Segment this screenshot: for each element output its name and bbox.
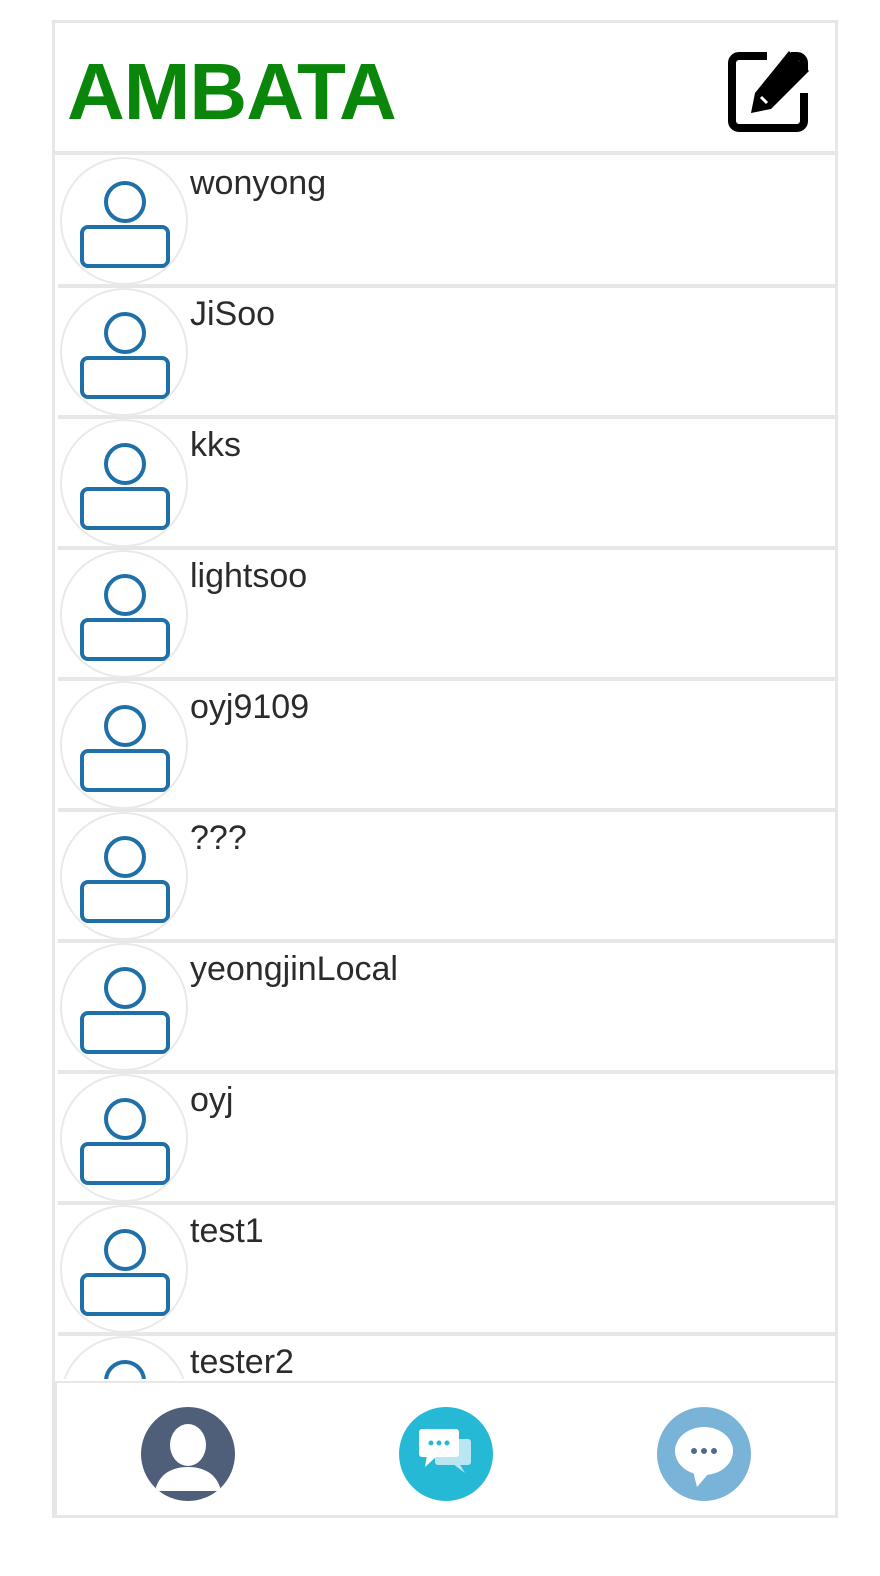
bottom-nav bbox=[55, 1381, 837, 1515]
friend-row[interactable]: JiSoo bbox=[58, 288, 835, 419]
user-icon bbox=[80, 574, 170, 661]
avatar bbox=[60, 681, 188, 809]
friend-name: yeongjinLocal bbox=[190, 950, 398, 988]
friend-list[interactable]: wonyong JiSoo kks lightsoo oyj9109 ??? y… bbox=[58, 157, 835, 1379]
avatar bbox=[60, 550, 188, 678]
friend-name: lightsoo bbox=[190, 557, 308, 595]
avatar bbox=[60, 1336, 188, 1379]
person-icon bbox=[155, 1424, 221, 1491]
app-frame: AMBATA wonyong JiSoo kks lightsoo oyj910… bbox=[52, 20, 838, 1518]
avatar bbox=[60, 1205, 188, 1333]
avatar bbox=[60, 812, 188, 940]
avatar bbox=[60, 1074, 188, 1202]
friend-row[interactable]: ??? bbox=[58, 812, 835, 943]
friend-row[interactable]: test1 bbox=[58, 1205, 835, 1336]
user-icon bbox=[80, 836, 170, 923]
friend-name: tester2 bbox=[190, 1343, 294, 1379]
user-icon bbox=[80, 967, 170, 1054]
friend-row[interactable]: kks bbox=[58, 419, 835, 550]
user-icon bbox=[104, 1360, 146, 1379]
friend-name: test1 bbox=[190, 1212, 264, 1250]
speech-bubble-icon bbox=[675, 1427, 733, 1487]
friend-name: ??? bbox=[190, 819, 247, 857]
friend-row[interactable]: oyj9109 bbox=[58, 681, 835, 812]
friend-row[interactable]: lightsoo bbox=[58, 550, 835, 681]
friend-row[interactable]: tester2 bbox=[58, 1336, 835, 1379]
friend-name: oyj9109 bbox=[190, 688, 310, 726]
app-title: AMBATA bbox=[67, 47, 397, 136]
friend-name: JiSoo bbox=[190, 295, 276, 333]
app-header: AMBATA bbox=[55, 23, 835, 155]
user-icon bbox=[80, 312, 170, 399]
nav-more-button[interactable] bbox=[657, 1407, 751, 1501]
friend-row[interactable]: oyj bbox=[58, 1074, 835, 1205]
avatar bbox=[60, 943, 188, 1071]
edit-square-icon bbox=[728, 45, 811, 132]
user-icon bbox=[80, 1098, 170, 1185]
friend-row[interactable]: yeongjinLocal bbox=[58, 943, 835, 1074]
friend-name: kks bbox=[190, 426, 241, 464]
user-icon bbox=[80, 1229, 170, 1316]
nav-friends-button[interactable] bbox=[141, 1407, 235, 1501]
compose-button[interactable] bbox=[727, 45, 813, 133]
friend-name: oyj bbox=[190, 1081, 234, 1119]
avatar bbox=[60, 288, 188, 416]
avatar bbox=[60, 419, 188, 547]
friend-name: wonyong bbox=[190, 164, 327, 202]
user-icon bbox=[80, 705, 170, 792]
nav-chats-button[interactable] bbox=[399, 1407, 493, 1501]
user-icon bbox=[80, 443, 170, 530]
chat-bubbles-icon bbox=[419, 1429, 471, 1473]
friend-row[interactable]: wonyong bbox=[58, 157, 835, 288]
avatar bbox=[60, 157, 188, 285]
user-icon bbox=[80, 181, 170, 268]
